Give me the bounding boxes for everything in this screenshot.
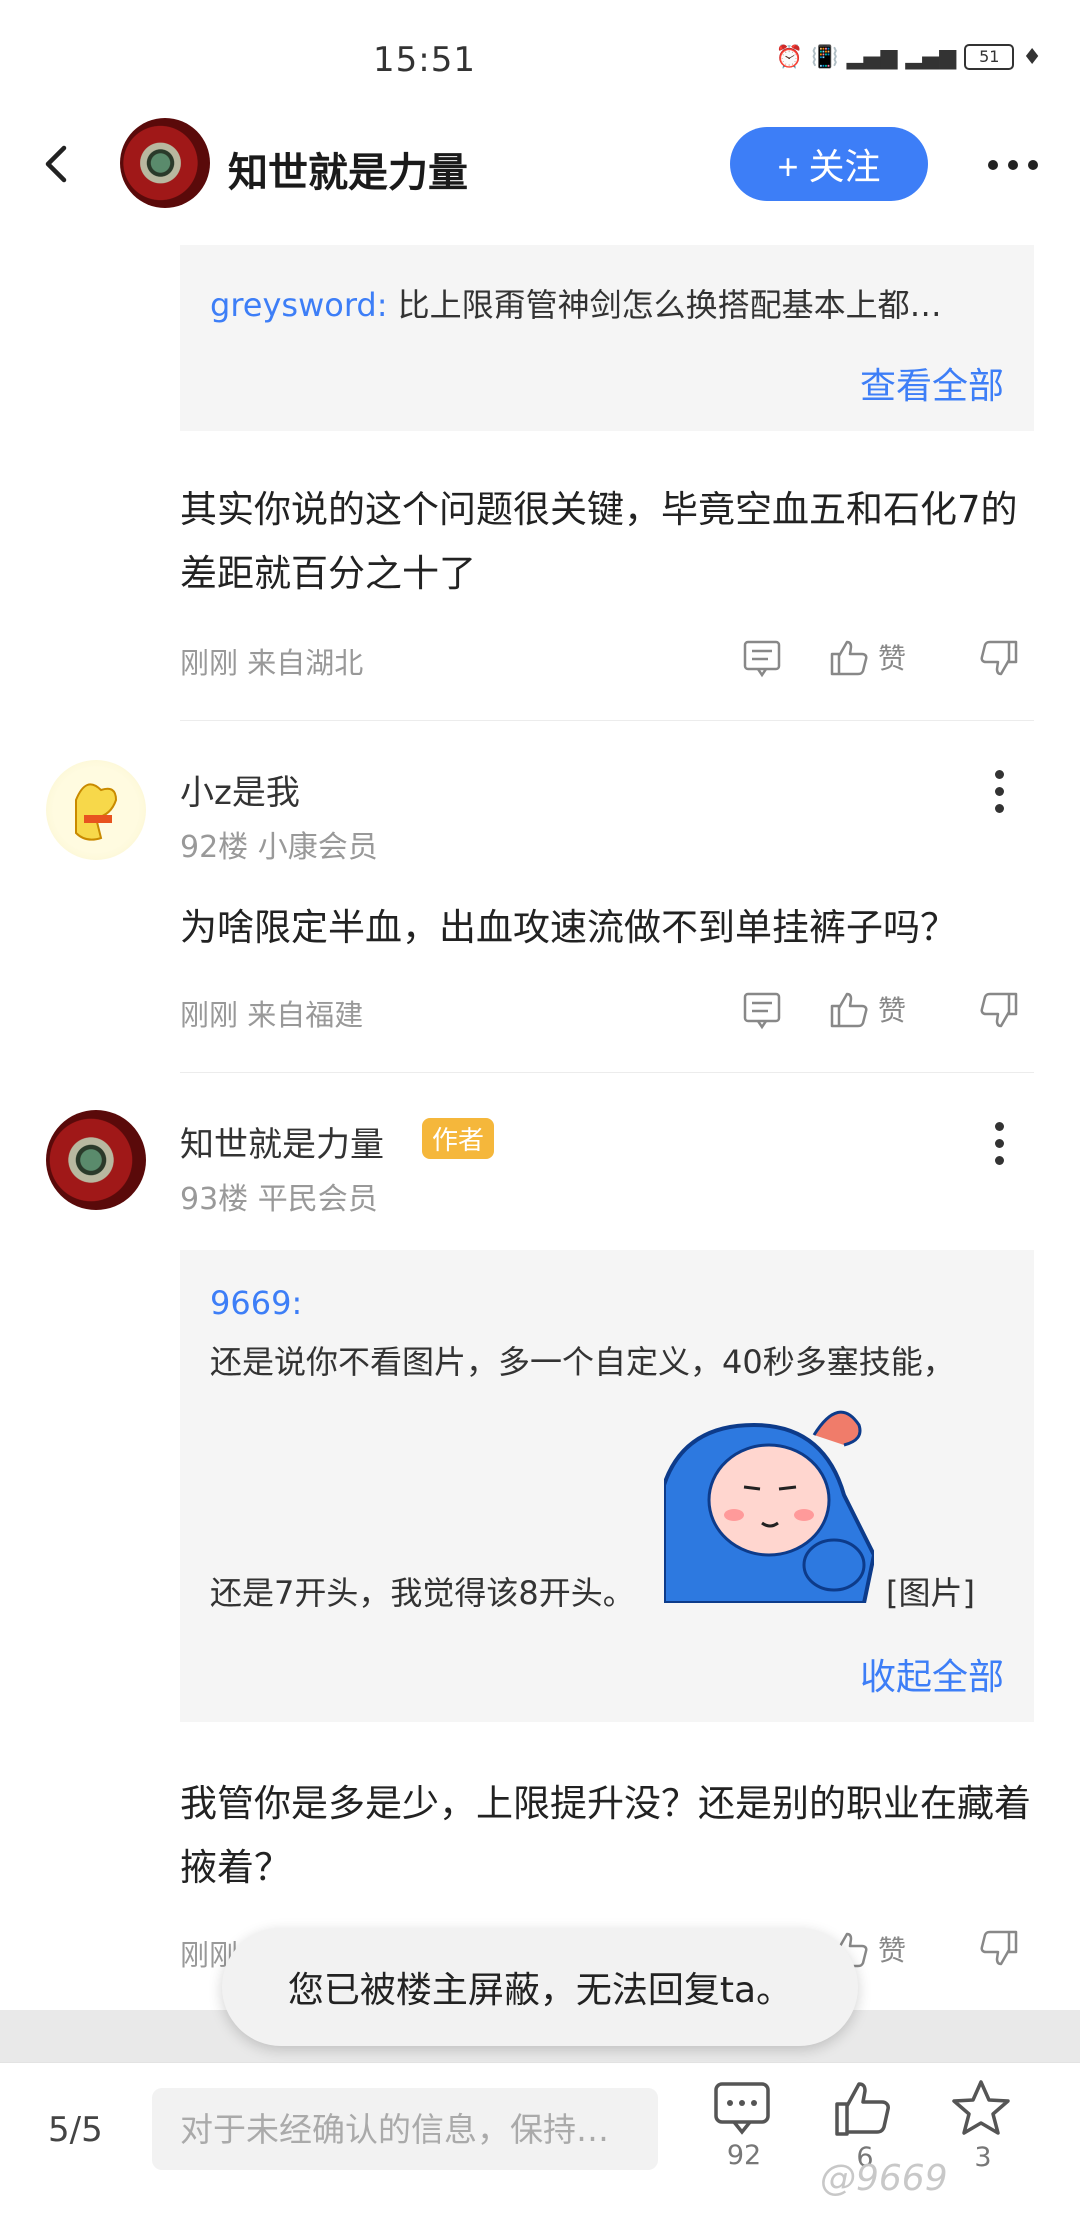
dot [995, 770, 1004, 779]
signal-icon: ▂▄▆ [846, 44, 898, 70]
battery-icon: 51 [964, 44, 1015, 70]
divider [180, 1072, 1034, 1073]
author-badge: 作者 [422, 1118, 495, 1159]
user-name[interactable]: 知世就是力量 [180, 1117, 384, 1166]
expand-all-link[interactable]: 查看全部 [860, 357, 1004, 409]
avatar[interactable] [46, 760, 146, 860]
dot [1028, 160, 1038, 170]
dot [988, 160, 998, 170]
thumbs-down-icon [980, 640, 1018, 676]
quote-box: greysword: 比上限甭管神剑怎么换搭配基本上都… 查看全部 [180, 245, 1034, 431]
comment-icon [714, 2082, 770, 2135]
quote-box: 9669: 还是说你不看图片，多一个自定义，40秒多塞技能， 还是7开头，我觉得… [180, 1250, 1034, 1722]
status-icons: ⏰ 📳 ▂▄▆ ▂▄▆ 51 ♦ [776, 44, 1042, 70]
more-options-button[interactable] [988, 160, 1038, 170]
follow-button[interactable]: + 关注 [730, 127, 928, 201]
like-button[interactable]: 赞 [828, 988, 906, 1030]
comments-button[interactable]: 92 [712, 2080, 776, 2171]
dislike-button[interactable] [978, 1930, 1020, 1972]
watermark: @9669 [820, 2158, 948, 2199]
quote-text: 比上限甭管神剑怎么换搭配基本上都… [397, 286, 942, 324]
blue-mascot-sticker-icon [662, 1410, 877, 1605]
quote-text: 还是说你不看图片，多一个自定义，40秒多塞技能， [210, 1343, 955, 1381]
dislike-button[interactable] [978, 640, 1020, 682]
like-button[interactable]: 赞 [828, 636, 906, 678]
like-label: 赞 [878, 642, 907, 675]
dislike-button[interactable] [978, 992, 1020, 1034]
back-arrow-icon [45, 145, 67, 183]
dot [995, 1122, 1004, 1131]
duck-avatar-icon [75, 783, 118, 841]
dot [995, 787, 1004, 796]
thumbs-down-icon [980, 1930, 1018, 1966]
vibrate-icon: 📳 [811, 44, 839, 70]
comment-button[interactable] [742, 990, 782, 1030]
alarm-icon: ⏰ [775, 44, 804, 70]
leaf-icon: ♦ [1022, 44, 1042, 70]
image-tag[interactable]: [图片] [886, 1568, 975, 1614]
post-meta: 刚刚 来自湖北 [180, 646, 364, 680]
sticker-image[interactable] [662, 1405, 877, 1605]
post-text: 其实你说的这个问题很关键，毕竟空血五和石化7的差距就百分之十了 [180, 488, 1018, 595]
dot [1008, 160, 1018, 170]
like-label: 赞 [878, 1934, 907, 1967]
star-icon [952, 2080, 1010, 2135]
thumbs-up-icon [835, 2082, 890, 2136]
reply-input[interactable] [152, 2088, 658, 2170]
floor-info: 92楼 小康会员 [180, 830, 378, 865]
star-count: 3 [974, 2142, 992, 2173]
floor-info: 93楼 平民会员 [180, 1182, 378, 1217]
post-meta: 刚刚 来自福建 [180, 998, 364, 1032]
collapse-all-link[interactable]: 收起全部 [860, 1648, 1004, 1700]
avatar[interactable] [46, 1110, 146, 1210]
toast-message: 您已被楼主屏蔽，无法回复ta。 [222, 1928, 858, 2046]
post-text: 为啥限定半血，出血攻速流做不到单挂裤子吗？ [180, 906, 957, 949]
post-menu-button[interactable] [995, 1122, 1004, 1165]
thumbs-up-icon [830, 640, 868, 676]
quote-line: greysword: 比上限甭管神剑怎么换搭配基本上都… [210, 280, 1010, 326]
avatar[interactable] [120, 118, 210, 208]
comment-button[interactable] [742, 638, 782, 678]
dot [995, 804, 1004, 813]
dot [995, 1156, 1004, 1165]
quote-user[interactable]: greysword: [210, 286, 388, 324]
user-name[interactable]: 小z是我 [180, 765, 300, 814]
favorite-button[interactable]: 3 [950, 2078, 1016, 2173]
post-text: 我管你是多是少，上限提升没？还是别的职业在藏着掖着？ [180, 1782, 1031, 1889]
comment-icon [743, 640, 781, 678]
comment-count: 92 [726, 2140, 762, 2171]
page-title[interactable]: 知世就是力量 [228, 140, 468, 198]
signal-icon-2: ▂▄▆ [905, 44, 957, 70]
comment-icon [743, 992, 781, 1030]
like-label: 赞 [878, 994, 907, 1027]
quote-text: 还是7开头，我觉得该8开头。 [210, 1574, 635, 1612]
back-button[interactable] [36, 142, 80, 186]
dot [995, 1139, 1004, 1148]
status-time: 15:51 [373, 40, 476, 80]
thumbs-down-icon [980, 992, 1018, 1028]
thumbs-up-icon [830, 992, 868, 1028]
divider [180, 720, 1034, 721]
post-menu-button[interactable] [995, 770, 1004, 813]
quote-user[interactable]: 9669: [210, 1284, 302, 1322]
page-indicator[interactable]: 5/5 [48, 2110, 103, 2150]
